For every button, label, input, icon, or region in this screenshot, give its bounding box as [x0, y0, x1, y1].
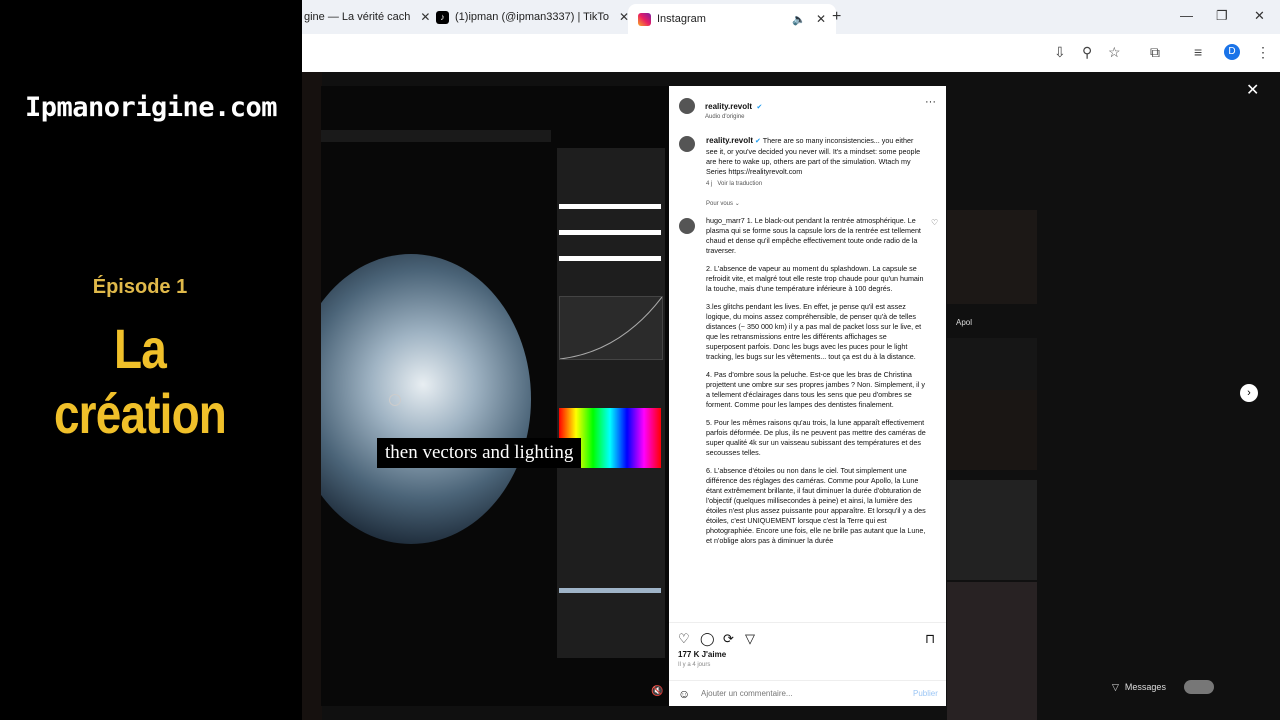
- caption-age: 4 j: [706, 181, 713, 187]
- new-tab-button[interactable]: +: [832, 8, 841, 26]
- comment-paragraph: 6. L'absence d'étoiles ou non dans le ci…: [706, 466, 926, 545]
- curve-line: [559, 296, 663, 360]
- avatar[interactable]: [679, 136, 695, 152]
- bookmark-star-icon[interactable]: ☆: [1108, 44, 1121, 61]
- comment-paragraph: 4. Pas d'ombre sous la peluche. Est-ce q…: [706, 370, 925, 409]
- caption-block: reality.revolt ✔ There are so many incon…: [706, 136, 926, 189]
- like-count[interactable]: 177 K J'aime: [678, 650, 726, 659]
- comment-paragraph: 5. Pour les mêmes raisons qu'au trois, l…: [706, 418, 926, 457]
- left-video-panel: Ipmanorigine.com Épisode 1 La création: [0, 0, 302, 720]
- post-header: reality.revolt ✔ Audio d'origine ···: [669, 86, 946, 124]
- curve-graph: [559, 296, 663, 360]
- messages-button[interactable]: ▽ Messages: [1112, 676, 1242, 698]
- caption-author[interactable]: reality.revolt: [706, 136, 753, 145]
- reel-video[interactable]: then vectors and lighting 🔇: [321, 86, 669, 706]
- slider-bar: [559, 230, 661, 235]
- tab-3-label: Instagram: [657, 13, 706, 25]
- next-arrow-icon[interactable]: ›: [1240, 384, 1258, 402]
- comment-author[interactable]: hugo_marr7: [706, 216, 745, 225]
- messages-label: Messages: [1124, 682, 1166, 692]
- tab-bar: gine — La vérité cach ✕ ♪ (1)ipman (@ipm…: [302, 0, 1280, 34]
- emoji-icon[interactable]: ☺: [678, 687, 690, 701]
- profile-avatar[interactable]: D: [1224, 44, 1240, 60]
- gizmo-icon: [389, 394, 401, 406]
- repost-icon[interactable]: ⟳: [723, 631, 734, 647]
- comment-input[interactable]: Ajouter un commentaire...: [701, 689, 793, 698]
- browser-window: gine — La vérité cach ✕ ♪ (1)ipman (@ipm…: [302, 0, 1280, 720]
- close-icon[interactable]: ✕: [1246, 80, 1259, 100]
- publish-button[interactable]: Publier: [913, 689, 938, 698]
- window-close-icon[interactable]: ✕: [1254, 8, 1265, 24]
- like-heart-icon[interactable]: ♡: [678, 631, 690, 647]
- install-icon[interactable]: ⇩: [1054, 44, 1066, 61]
- episode-title: La création: [53, 317, 227, 445]
- tab-instagram[interactable]: Instagram 🔈 ✕: [628, 4, 836, 34]
- close-icon[interactable]: ✕: [420, 10, 430, 24]
- close-icon[interactable]: ✕: [816, 12, 826, 26]
- tab-tiktok[interactable]: ♪ (1)ipman (@ipman3337) | TikTo ✕: [436, 5, 629, 29]
- slider-bar: [559, 256, 661, 261]
- zoom-icon[interactable]: ⚲: [1082, 44, 1092, 61]
- more-options-icon[interactable]: ···: [925, 96, 936, 108]
- heart-icon[interactable]: ♡: [931, 218, 938, 227]
- save-bookmark-icon[interactable]: ⊓: [925, 631, 935, 647]
- mute-icon[interactable]: 🔇: [651, 686, 663, 697]
- tab-2-label: (1)ipman (@ipman3337) | TikTo: [455, 11, 610, 23]
- comment: hugo_marr7 1. Le black-out pendant la re…: [706, 216, 926, 546]
- slider-bar: [559, 204, 661, 209]
- tab-1[interactable]: gine — La vérité cach ✕: [304, 5, 430, 29]
- background-label: Apol: [956, 318, 973, 327]
- site-name: Ipmanorigine.com: [24, 92, 278, 123]
- minimize-icon[interactable]: —: [1180, 8, 1193, 23]
- avatar[interactable]: [679, 218, 695, 234]
- avatars-stack: [1183, 680, 1214, 694]
- comment-filter[interactable]: Pour vous ⌄: [706, 200, 740, 207]
- comment-icon[interactable]: ◯: [700, 631, 715, 647]
- menu-icon[interactable]: ⋮: [1256, 44, 1270, 61]
- avatar[interactable]: [679, 98, 695, 114]
- earth-render: [321, 254, 531, 544]
- add-comment-bar: ☺ Ajouter un commentaire... Publier: [669, 680, 946, 707]
- post-panel: reality.revolt ✔ Audio d'origine ··· rea…: [669, 86, 946, 706]
- audio-label[interactable]: Audio d'origine: [705, 114, 762, 120]
- comments-section[interactable]: reality.revolt ✔ There are so many incon…: [669, 126, 946, 614]
- editor-side-panel: [557, 148, 665, 658]
- chevron-down-icon: ⌄: [734, 201, 740, 207]
- share-icon[interactable]: ▽: [745, 631, 755, 647]
- episode-label: Épisode 1: [92, 276, 188, 298]
- editor-toolbar: [321, 130, 551, 142]
- send-icon: ▽: [1112, 681, 1119, 692]
- instagram-page: Apol ✕ › ▽ Messages then vectors and lig…: [302, 72, 1280, 720]
- verified-icon: ✔: [754, 138, 761, 145]
- filter-label: Pour vous: [706, 201, 734, 207]
- instagram-icon: [638, 12, 651, 26]
- video-caption: then vectors and lighting: [377, 438, 582, 468]
- verified-icon: ✔: [756, 104, 763, 111]
- post-age: Il y a 4 jours: [678, 662, 711, 668]
- comment-paragraph: 3.les glitchs pendant les lives. En effe…: [706, 302, 922, 361]
- media-icon[interactable]: ≡: [1194, 44, 1202, 60]
- slider-bar: [559, 588, 661, 593]
- browser-toolbar: ⇩ ⚲ ☆ ⧉ ≡ D ⋮: [302, 34, 1280, 73]
- author-name[interactable]: reality.revolt: [705, 102, 752, 111]
- translate-link[interactable]: Voir la traduction: [717, 181, 762, 187]
- tiktok-icon: ♪: [436, 10, 449, 24]
- maximize-icon[interactable]: ❐: [1216, 8, 1228, 24]
- extensions-icon[interactable]: ⧉: [1150, 44, 1160, 61]
- comment-paragraph: 2. L'absence de vapeur au moment du spla…: [706, 264, 924, 293]
- speaker-icon[interactable]: 🔈: [792, 13, 806, 26]
- author-block: reality.revolt ✔ Audio d'origine: [705, 96, 762, 120]
- post-actions: ♡ ◯ ⟳ ▽ ⊓: [669, 622, 946, 653]
- tab-1-label: gine — La vérité cach: [304, 11, 411, 23]
